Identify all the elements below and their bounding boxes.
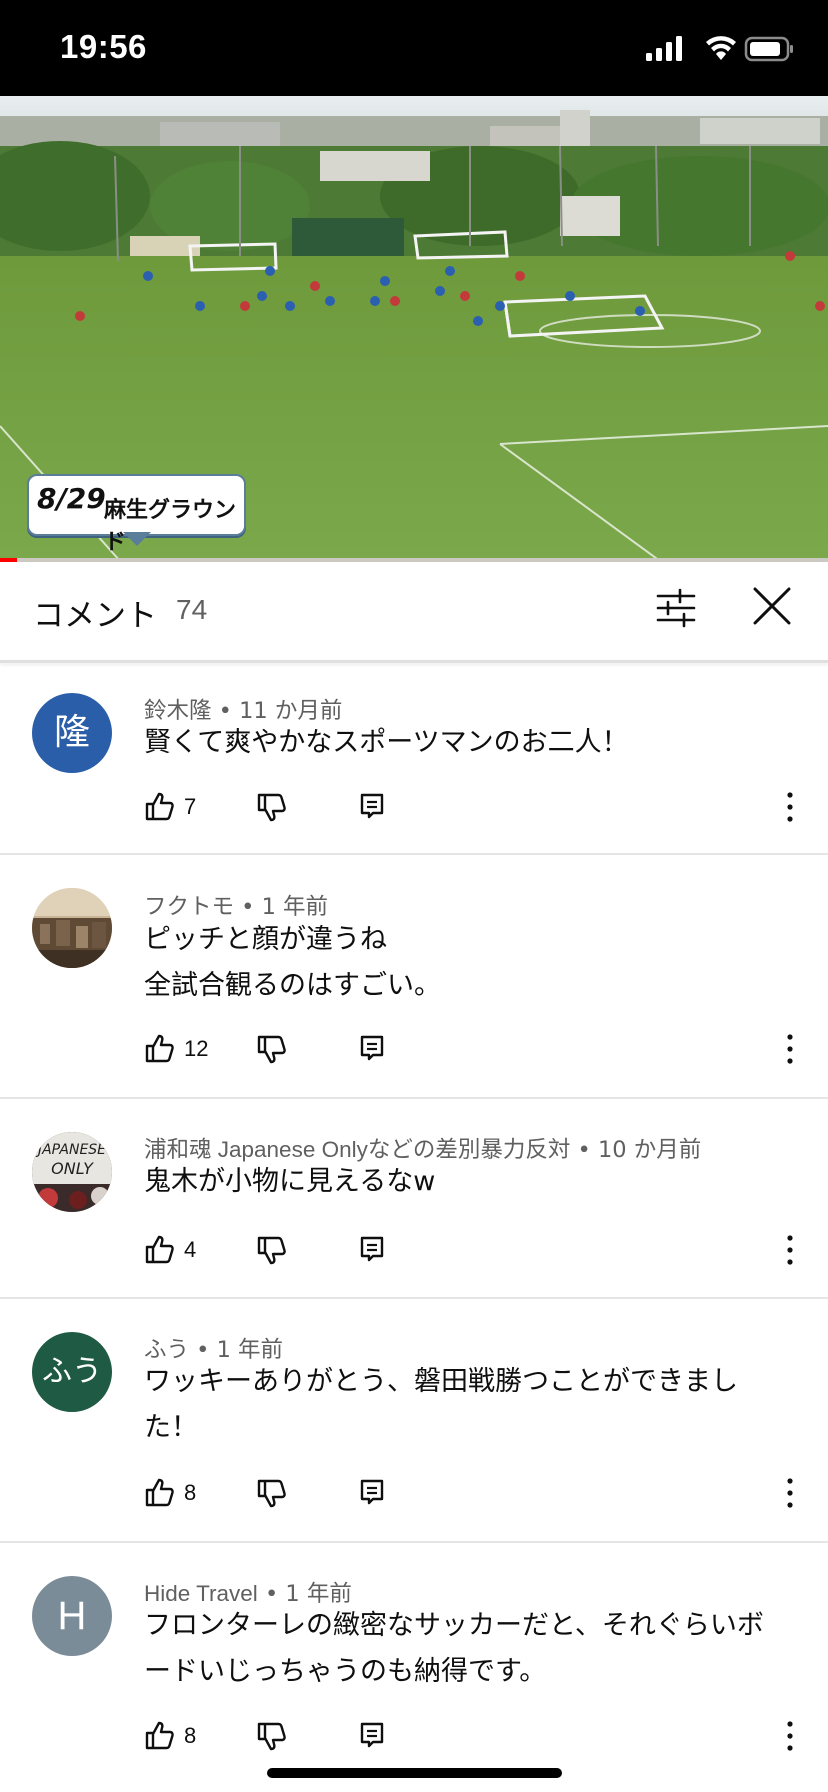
- comment-actions: 4: [144, 1233, 804, 1273]
- more-options-icon[interactable]: [784, 1032, 796, 1066]
- thumbs-up-icon[interactable]: [144, 1476, 176, 1508]
- comment-text: フロンターレの緻密なサッカーだと、それぐらいボ ードいじっちゃうのも納得です。: [144, 1603, 794, 1695]
- reply-icon[interactable]: [358, 1721, 386, 1749]
- status-icons: [646, 34, 794, 64]
- comment-text-line: ワッキーありがとう、磐田戦勝つことができまし: [144, 1366, 738, 1397]
- comment-text-line: た！: [144, 1412, 198, 1443]
- comment-text-line: 全試合観るのはすごい。: [144, 970, 441, 1001]
- avatar[interactable]: ふう: [32, 1332, 112, 1412]
- thumbs-down-icon[interactable]: [256, 1235, 288, 1267]
- thumbs-up-icon[interactable]: [144, 1233, 176, 1265]
- comment-text: 賢くて爽やかなスポーツマンのお二人！: [144, 720, 794, 766]
- overlay-date: 8/29: [37, 482, 106, 515]
- svg-text:JAPANESE: JAPANESE: [35, 1142, 106, 1158]
- status-bar: 19:56: [0, 0, 828, 96]
- comment-text-line: ピッチと顔が違うね: [144, 924, 387, 955]
- reply-icon[interactable]: [358, 1034, 386, 1062]
- svg-text:ONLY: ONLY: [51, 1159, 94, 1178]
- status-time: 19:56: [60, 28, 147, 65]
- more-options-icon[interactable]: [784, 790, 796, 824]
- reply-icon[interactable]: [358, 792, 386, 820]
- like-count: 12: [184, 1036, 209, 1061]
- comment-text-line: 鬼木が小物に見えるなw: [144, 1166, 436, 1197]
- overlay-tail: [123, 532, 151, 546]
- thumbs-down-icon[interactable]: [256, 792, 288, 824]
- comment-item: JAPANESE ONLY 浦和魂 Japanese Onlyなどの差別暴力反対…: [0, 1099, 828, 1297]
- like-count: 4: [184, 1237, 197, 1262]
- city-photo-avatar-image: [32, 888, 112, 968]
- comment-item: ふう ふう • 1 年前 ワッキーありがとう、磐田戦勝つことができまし た！ 8: [0, 1299, 828, 1541]
- close-comments-button[interactable]: [752, 586, 792, 626]
- overlay-place: 麻生グラウンド: [104, 498, 237, 555]
- more-options-icon[interactable]: [784, 1233, 796, 1267]
- like-count: 8: [184, 1480, 197, 1505]
- comments-header: コメント 74: [0, 562, 828, 660]
- comment-actions: 7: [144, 790, 804, 830]
- avatar[interactable]: JAPANESE ONLY: [32, 1132, 112, 1212]
- comment-actions: 8: [144, 1476, 804, 1516]
- comment-item: 隆 鈴木隆 • 11 か月前 賢くて爽やかなスポーツマンのお二人！ 7: [0, 663, 828, 853]
- thumbs-up-icon[interactable]: [144, 1719, 176, 1751]
- thumbs-up-icon[interactable]: [144, 790, 176, 822]
- comments-count: 74: [176, 594, 208, 625]
- video-player[interactable]: 8/29 麻生グラウンド: [0, 96, 828, 561]
- sort-filter-button[interactable]: [654, 586, 698, 630]
- comment-text-line: フロンターレの緻密なサッカーだと、それぐらいボ: [144, 1610, 764, 1641]
- comment-text-line: ードいじっちゃうのも納得です。: [144, 1656, 547, 1687]
- comment-text: ワッキーありがとう、磐田戦勝つことができまし た！: [144, 1359, 794, 1451]
- comment-actions: 8: [144, 1719, 804, 1759]
- home-indicator[interactable]: [267, 1768, 562, 1778]
- thumbs-up-icon[interactable]: [144, 1032, 176, 1064]
- avatar[interactable]: 隆: [32, 693, 112, 773]
- video-date-overlay: 8/29 麻生グラウンド: [27, 474, 246, 555]
- close-icon: [753, 587, 791, 625]
- comment-author[interactable]: フクトモ: [144, 894, 234, 919]
- thumbs-down-icon[interactable]: [256, 1034, 288, 1066]
- reply-icon[interactable]: [358, 1235, 386, 1263]
- comment-text: ピッチと顔が違うね 全試合観るのはすごい。: [144, 917, 794, 1009]
- comments-title: コメント: [33, 598, 157, 634]
- cellular-signal-icon: [646, 36, 682, 61]
- comment-actions: 12: [144, 1032, 804, 1072]
- sliders-icon: [656, 588, 696, 628]
- avatar[interactable]: [32, 888, 112, 968]
- like-count: 7: [184, 794, 197, 819]
- thumbs-down-icon[interactable]: [256, 1478, 288, 1510]
- comment-item: フクトモ • 1 年前 ピッチと顔が違うね 全試合観るのはすごい。 12: [0, 855, 828, 1097]
- wifi-icon: [706, 36, 736, 60]
- battery-icon: [744, 36, 793, 62]
- reply-icon[interactable]: [358, 1478, 386, 1506]
- more-options-icon[interactable]: [784, 1719, 796, 1753]
- comment-item: H Hide Travel • 1 年前 フロンターレの緻密なサッカーだと、それ…: [0, 1543, 828, 1783]
- banner-photo-avatar-image: JAPANESE ONLY: [32, 1132, 112, 1212]
- more-options-icon[interactable]: [784, 1476, 796, 1510]
- avatar[interactable]: H: [32, 1576, 112, 1656]
- thumbs-down-icon[interactable]: [256, 1721, 288, 1753]
- comment-text: 鬼木が小物に見えるなw: [144, 1159, 794, 1205]
- comment-text-line: 賢くて爽やかなスポーツマンのお二人！: [144, 727, 629, 758]
- like-count: 8: [184, 1723, 197, 1748]
